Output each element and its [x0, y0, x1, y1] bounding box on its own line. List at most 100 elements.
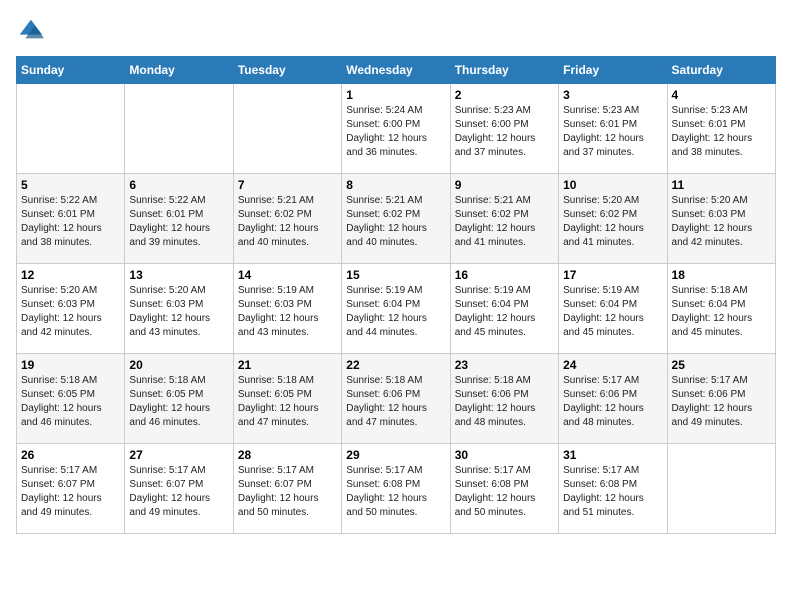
calendar-cell: 6 Sunrise: 5:22 AMSunset: 6:01 PMDayligh… — [125, 174, 233, 264]
day-info: Sunrise: 5:17 AMSunset: 6:06 PMDaylight:… — [672, 374, 771, 430]
calendar-cell: 12 Sunrise: 5:20 AMSunset: 6:03 PMDaylig… — [17, 264, 125, 354]
day-number: 25 — [672, 358, 771, 372]
calendar-cell: 23 Sunrise: 5:18 AMSunset: 6:06 PMDaylig… — [450, 354, 558, 444]
calendar-header-monday: Monday — [125, 57, 233, 84]
calendar-cell: 29 Sunrise: 5:17 AMSunset: 6:08 PMDaylig… — [342, 444, 450, 534]
day-info: Sunrise: 5:22 AMSunset: 6:01 PMDaylight:… — [21, 194, 120, 250]
day-number: 30 — [455, 448, 554, 462]
calendar-cell: 25 Sunrise: 5:17 AMSunset: 6:06 PMDaylig… — [667, 354, 775, 444]
calendar-cell: 5 Sunrise: 5:22 AMSunset: 6:01 PMDayligh… — [17, 174, 125, 264]
day-number: 2 — [455, 88, 554, 102]
calendar-cell — [667, 444, 775, 534]
day-number: 31 — [563, 448, 662, 462]
day-info: Sunrise: 5:22 AMSunset: 6:01 PMDaylight:… — [129, 194, 228, 250]
calendar-cell — [17, 84, 125, 174]
calendar-cell: 20 Sunrise: 5:18 AMSunset: 6:05 PMDaylig… — [125, 354, 233, 444]
day-number: 4 — [672, 88, 771, 102]
calendar-cell: 26 Sunrise: 5:17 AMSunset: 6:07 PMDaylig… — [17, 444, 125, 534]
day-info: Sunrise: 5:20 AMSunset: 6:03 PMDaylight:… — [672, 194, 771, 250]
logo-icon — [16, 16, 44, 44]
day-info: Sunrise: 5:21 AMSunset: 6:02 PMDaylight:… — [238, 194, 337, 250]
day-number: 11 — [672, 178, 771, 192]
day-info: Sunrise: 5:19 AMSunset: 6:04 PMDaylight:… — [563, 284, 662, 340]
calendar-cell: 31 Sunrise: 5:17 AMSunset: 6:08 PMDaylig… — [559, 444, 667, 534]
day-number: 1 — [346, 88, 445, 102]
day-info: Sunrise: 5:17 AMSunset: 6:07 PMDaylight:… — [21, 464, 120, 520]
calendar-header-row: SundayMondayTuesdayWednesdayThursdayFrid… — [17, 57, 776, 84]
day-info: Sunrise: 5:18 AMSunset: 6:05 PMDaylight:… — [129, 374, 228, 430]
calendar-cell: 18 Sunrise: 5:18 AMSunset: 6:04 PMDaylig… — [667, 264, 775, 354]
day-number: 10 — [563, 178, 662, 192]
day-number: 21 — [238, 358, 337, 372]
calendar-week-row: 12 Sunrise: 5:20 AMSunset: 6:03 PMDaylig… — [17, 264, 776, 354]
day-info: Sunrise: 5:18 AMSunset: 6:04 PMDaylight:… — [672, 284, 771, 340]
day-number: 14 — [238, 268, 337, 282]
day-info: Sunrise: 5:23 AMSunset: 6:01 PMDaylight:… — [672, 104, 771, 160]
calendar-cell: 9 Sunrise: 5:21 AMSunset: 6:02 PMDayligh… — [450, 174, 558, 264]
day-number: 15 — [346, 268, 445, 282]
calendar-cell: 19 Sunrise: 5:18 AMSunset: 6:05 PMDaylig… — [17, 354, 125, 444]
calendar-cell: 15 Sunrise: 5:19 AMSunset: 6:04 PMDaylig… — [342, 264, 450, 354]
day-number: 7 — [238, 178, 337, 192]
day-info: Sunrise: 5:17 AMSunset: 6:08 PMDaylight:… — [563, 464, 662, 520]
day-info: Sunrise: 5:20 AMSunset: 6:03 PMDaylight:… — [129, 284, 228, 340]
calendar-cell: 21 Sunrise: 5:18 AMSunset: 6:05 PMDaylig… — [233, 354, 341, 444]
day-number: 22 — [346, 358, 445, 372]
calendar-cell — [125, 84, 233, 174]
calendar-cell: 30 Sunrise: 5:17 AMSunset: 6:08 PMDaylig… — [450, 444, 558, 534]
calendar-cell: 17 Sunrise: 5:19 AMSunset: 6:04 PMDaylig… — [559, 264, 667, 354]
day-number: 24 — [563, 358, 662, 372]
day-number: 18 — [672, 268, 771, 282]
day-number: 29 — [346, 448, 445, 462]
calendar-table: SundayMondayTuesdayWednesdayThursdayFrid… — [16, 56, 776, 534]
calendar-header-saturday: Saturday — [667, 57, 775, 84]
calendar-header-wednesday: Wednesday — [342, 57, 450, 84]
day-number: 12 — [21, 268, 120, 282]
day-info: Sunrise: 5:20 AMSunset: 6:03 PMDaylight:… — [21, 284, 120, 340]
calendar-header-tuesday: Tuesday — [233, 57, 341, 84]
calendar-cell: 16 Sunrise: 5:19 AMSunset: 6:04 PMDaylig… — [450, 264, 558, 354]
calendar-week-row: 19 Sunrise: 5:18 AMSunset: 6:05 PMDaylig… — [17, 354, 776, 444]
day-number: 8 — [346, 178, 445, 192]
calendar-header-sunday: Sunday — [17, 57, 125, 84]
calendar-cell: 8 Sunrise: 5:21 AMSunset: 6:02 PMDayligh… — [342, 174, 450, 264]
day-info: Sunrise: 5:18 AMSunset: 6:05 PMDaylight:… — [238, 374, 337, 430]
day-info: Sunrise: 5:19 AMSunset: 6:04 PMDaylight:… — [346, 284, 445, 340]
day-info: Sunrise: 5:23 AMSunset: 6:01 PMDaylight:… — [563, 104, 662, 160]
calendar-cell: 7 Sunrise: 5:21 AMSunset: 6:02 PMDayligh… — [233, 174, 341, 264]
day-number: 6 — [129, 178, 228, 192]
calendar-cell: 3 Sunrise: 5:23 AMSunset: 6:01 PMDayligh… — [559, 84, 667, 174]
calendar-cell: 1 Sunrise: 5:24 AMSunset: 6:00 PMDayligh… — [342, 84, 450, 174]
day-number: 27 — [129, 448, 228, 462]
day-info: Sunrise: 5:17 AMSunset: 6:07 PMDaylight:… — [238, 464, 337, 520]
calendar-cell — [233, 84, 341, 174]
day-info: Sunrise: 5:19 AMSunset: 6:04 PMDaylight:… — [455, 284, 554, 340]
day-number: 17 — [563, 268, 662, 282]
day-info: Sunrise: 5:18 AMSunset: 6:06 PMDaylight:… — [346, 374, 445, 430]
day-number: 20 — [129, 358, 228, 372]
calendar-cell: 14 Sunrise: 5:19 AMSunset: 6:03 PMDaylig… — [233, 264, 341, 354]
calendar-week-row: 1 Sunrise: 5:24 AMSunset: 6:00 PMDayligh… — [17, 84, 776, 174]
day-info: Sunrise: 5:17 AMSunset: 6:08 PMDaylight:… — [346, 464, 445, 520]
calendar-cell: 22 Sunrise: 5:18 AMSunset: 6:06 PMDaylig… — [342, 354, 450, 444]
calendar-cell: 11 Sunrise: 5:20 AMSunset: 6:03 PMDaylig… — [667, 174, 775, 264]
calendar-cell: 2 Sunrise: 5:23 AMSunset: 6:00 PMDayligh… — [450, 84, 558, 174]
day-number: 28 — [238, 448, 337, 462]
calendar-header-thursday: Thursday — [450, 57, 558, 84]
day-number: 16 — [455, 268, 554, 282]
day-info: Sunrise: 5:21 AMSunset: 6:02 PMDaylight:… — [346, 194, 445, 250]
calendar-week-row: 5 Sunrise: 5:22 AMSunset: 6:01 PMDayligh… — [17, 174, 776, 264]
day-number: 19 — [21, 358, 120, 372]
day-number: 13 — [129, 268, 228, 282]
day-info: Sunrise: 5:24 AMSunset: 6:00 PMDaylight:… — [346, 104, 445, 160]
calendar-week-row: 26 Sunrise: 5:17 AMSunset: 6:07 PMDaylig… — [17, 444, 776, 534]
calendar-cell: 24 Sunrise: 5:17 AMSunset: 6:06 PMDaylig… — [559, 354, 667, 444]
calendar-header-friday: Friday — [559, 57, 667, 84]
day-number: 23 — [455, 358, 554, 372]
day-info: Sunrise: 5:17 AMSunset: 6:06 PMDaylight:… — [563, 374, 662, 430]
day-info: Sunrise: 5:23 AMSunset: 6:00 PMDaylight:… — [455, 104, 554, 160]
calendar-cell: 4 Sunrise: 5:23 AMSunset: 6:01 PMDayligh… — [667, 84, 775, 174]
day-info: Sunrise: 5:20 AMSunset: 6:02 PMDaylight:… — [563, 194, 662, 250]
day-info: Sunrise: 5:17 AMSunset: 6:08 PMDaylight:… — [455, 464, 554, 520]
calendar-cell: 13 Sunrise: 5:20 AMSunset: 6:03 PMDaylig… — [125, 264, 233, 354]
